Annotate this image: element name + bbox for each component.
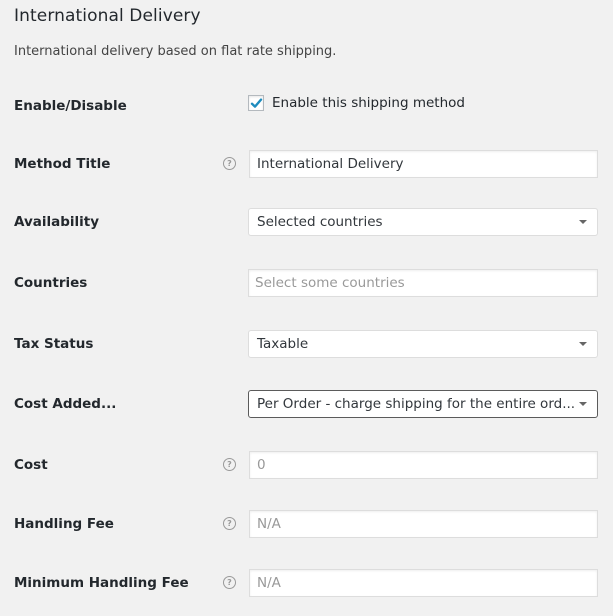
cost-input[interactable]: 0	[249, 451, 598, 479]
row-availability: Availability Selected countries	[0, 208, 613, 238]
countries-multiselect-input[interactable]: Select some countries	[248, 269, 598, 297]
row-cost: Cost ? 0	[0, 451, 613, 481]
row-tax-status: Tax Status Taxable	[0, 330, 613, 360]
handling-fee-input[interactable]: N/A	[249, 510, 598, 538]
minimum-handling-fee-label: Minimum Handling Fee	[14, 575, 189, 591]
chevron-down-icon	[579, 402, 587, 406]
enable-label: Enable/Disable	[14, 98, 127, 114]
row-minimum-handling-fee: Minimum Handling Fee ? N/A	[0, 569, 613, 599]
method-title-label: Method Title	[14, 156, 111, 172]
enable-checkbox-label[interactable]: Enable this shipping method	[272, 95, 465, 111]
cost-added-label: Cost Added...	[14, 396, 117, 412]
handling-fee-label: Handling Fee	[14, 516, 114, 532]
page-description: International delivery based on flat rat…	[14, 44, 337, 59]
checkmark-icon	[250, 98, 263, 108]
availability-selected-value: Selected countries	[257, 214, 383, 230]
tax-status-selected-value: Taxable	[257, 336, 309, 352]
question-circle-icon[interactable]: ?	[223, 517, 236, 530]
row-handling-fee: Handling Fee ? N/A	[0, 510, 613, 540]
row-enable: Enable/Disable Enable this shipping meth…	[0, 92, 613, 122]
question-circle-icon[interactable]: ?	[223, 157, 236, 170]
availability-label: Availability	[14, 214, 100, 230]
countries-label: Countries	[14, 275, 88, 291]
question-circle-icon[interactable]: ?	[223, 458, 236, 471]
row-countries: Countries Select some countries	[0, 269, 613, 299]
availability-select[interactable]: Selected countries	[248, 208, 598, 236]
row-method-title: Method Title ? International Delivery	[0, 150, 613, 180]
tax-status-label: Tax Status	[14, 336, 94, 352]
row-cost-added: Cost Added... Per Order - charge shippin…	[0, 390, 613, 420]
cost-added-selected-value: Per Order - charge shipping for the enti…	[257, 396, 576, 412]
cost-added-select[interactable]: Per Order - charge shipping for the enti…	[248, 390, 598, 418]
minimum-handling-fee-input[interactable]: N/A	[249, 569, 598, 597]
cost-label: Cost	[14, 457, 48, 473]
question-circle-icon[interactable]: ?	[223, 576, 236, 589]
enable-checkbox[interactable]	[248, 95, 264, 111]
page-title: International Delivery	[14, 6, 201, 26]
tax-status-select[interactable]: Taxable	[248, 330, 598, 358]
method-title-input[interactable]: International Delivery	[249, 150, 598, 178]
chevron-down-icon	[579, 342, 587, 346]
chevron-down-icon	[579, 220, 587, 224]
